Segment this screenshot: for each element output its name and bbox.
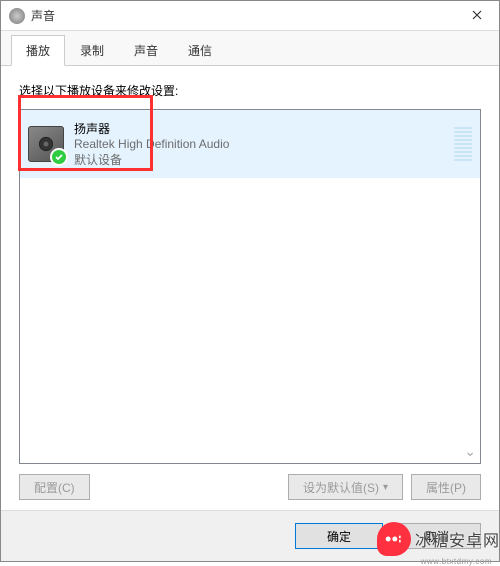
app-icon <box>9 8 25 24</box>
device-name: 扬声器 <box>74 120 446 137</box>
watermark-text: 冰糖安卓网 <box>415 527 500 551</box>
tab-communications[interactable]: 通信 <box>173 35 227 65</box>
set-default-label: 设为默认值(S) <box>303 479 379 496</box>
tab-recording[interactable]: 录制 <box>65 35 119 65</box>
set-default-button[interactable]: 设为默认值(S) ▾ <box>288 474 403 500</box>
level-meter <box>454 127 472 161</box>
titlebar: 声音 <box>1 1 499 31</box>
instruction-text: 选择以下播放设备来修改设置: <box>19 82 481 99</box>
watermark: 冰糖安卓网 <box>377 522 500 556</box>
properties-button[interactable]: 属性(P) <box>411 474 481 500</box>
device-list[interactable]: 扬声器 Realtek High Definition Audio 默认设备 <box>19 109 481 464</box>
tab-playback[interactable]: 播放 <box>11 35 65 66</box>
device-driver: Realtek High Definition Audio <box>74 137 446 151</box>
expand-chevron-icon: ⌄ <box>464 443 476 460</box>
device-icon-wrap <box>28 126 64 162</box>
close-icon <box>472 10 482 20</box>
ok-button[interactable]: 确定 <box>295 523 383 549</box>
tab-sounds[interactable]: 声音 <box>119 35 173 65</box>
close-button[interactable] <box>454 1 499 29</box>
sound-dialog-window: 声音 播放 录制 声音 通信 选择以下播放设备来修改设置: <box>0 0 500 562</box>
tab-content-playback: 选择以下播放设备来修改设置: 扬声器 Realtek High Definiti… <box>1 66 499 510</box>
device-button-row: 配置(C) 设为默认值(S) ▾ 属性(P) <box>19 464 481 500</box>
chevron-down-icon: ▾ <box>383 482 388 493</box>
device-status: 默认设备 <box>74 151 446 168</box>
watermark-logo-icon <box>377 522 411 556</box>
device-item-speakers[interactable]: 扬声器 Realtek High Definition Audio 默认设备 <box>20 110 480 178</box>
default-check-icon <box>50 148 68 166</box>
tab-strip: 播放 录制 声音 通信 <box>1 31 499 66</box>
device-text: 扬声器 Realtek High Definition Audio 默认设备 <box>74 120 446 168</box>
window-title: 声音 <box>31 7 491 24</box>
configure-button[interactable]: 配置(C) <box>19 474 90 500</box>
